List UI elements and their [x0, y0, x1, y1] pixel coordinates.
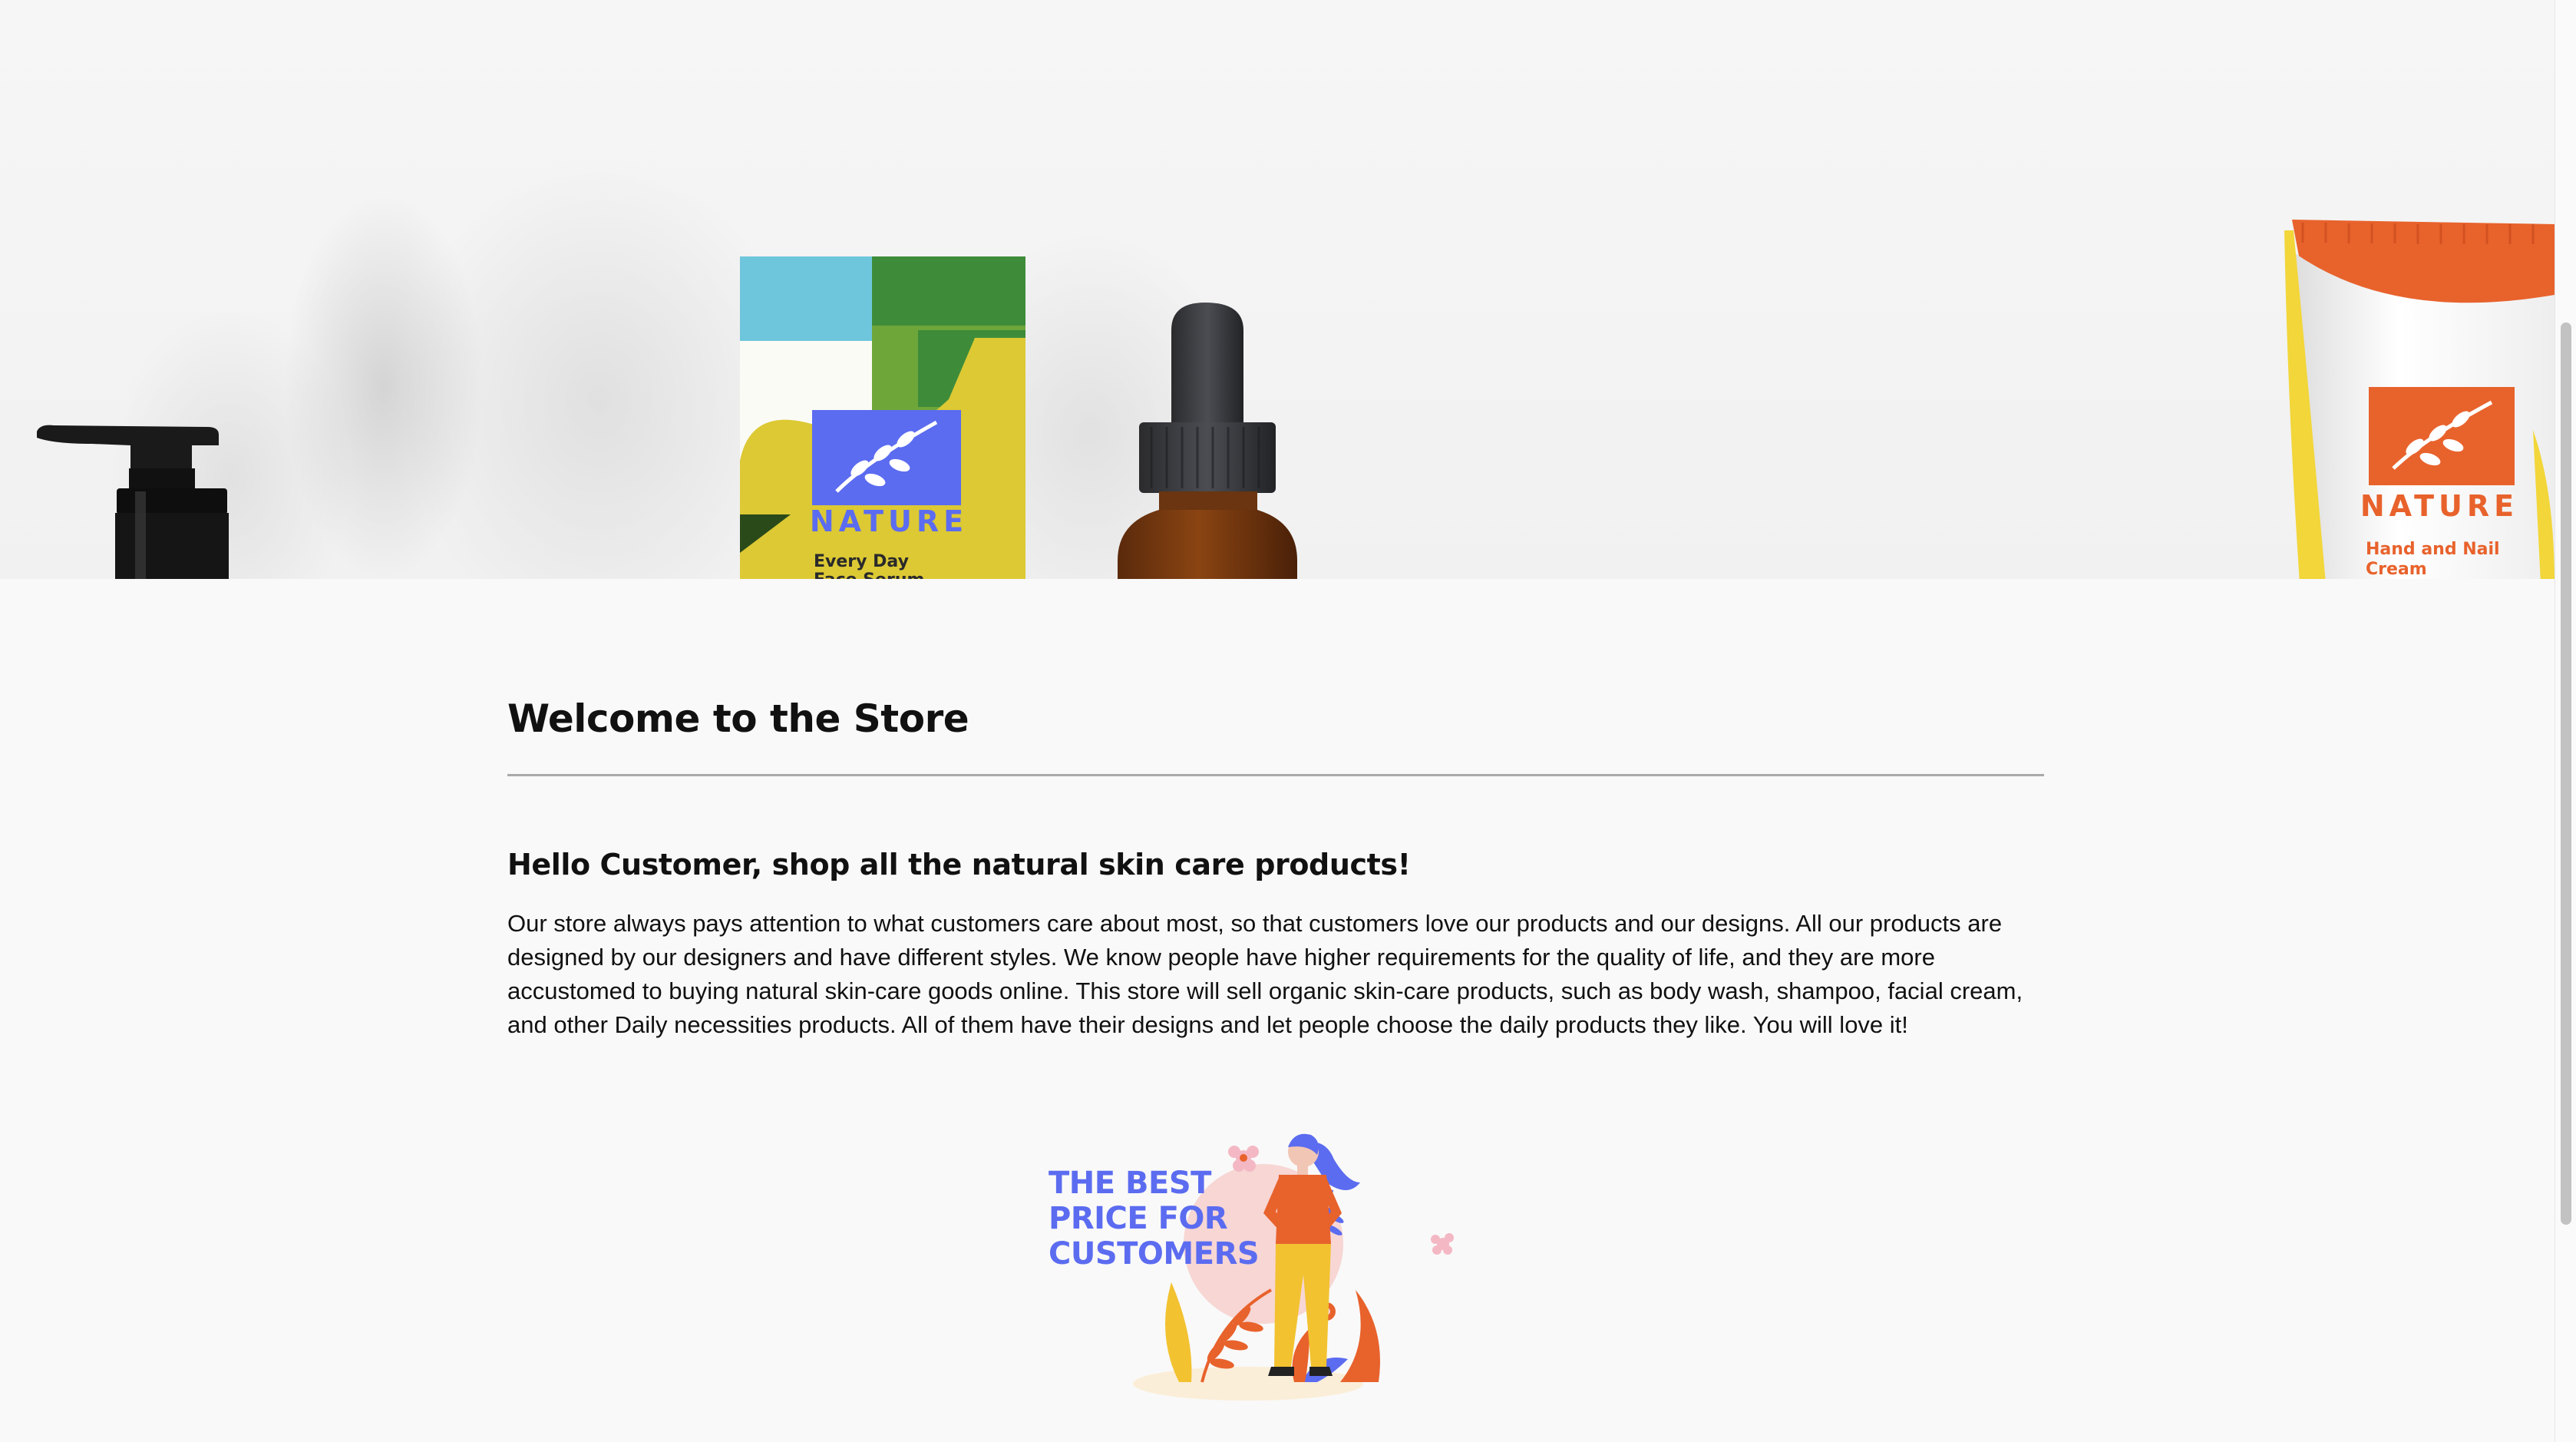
serum-box-image: NATURE Every Day Face Serum [740, 256, 1025, 579]
welcome-subtitle: Hello Customer, shop all the natural ski… [507, 848, 1411, 881]
promo-headline: THE BEST PRICE FOR CUSTOMERS [1049, 1166, 1260, 1272]
promo-illustration: THE BEST PRICE FOR CUSTOMERS [1041, 1129, 1455, 1405]
vertical-scrollbar[interactable] [2555, 0, 2576, 1442]
main-content: Welcome to the Store Hello Customer, sho… [507, 691, 2044, 1042]
promo-line-3: CUSTOMERS [1049, 1236, 1260, 1272]
promo-line-1: THE BEST [1049, 1166, 1211, 1201]
hero-product-photo: NATURE Every Day Face Serum [37, 154, 2555, 579]
hero-banner: NATURE Every Day Face Serum [0, 0, 2555, 579]
title-divider [507, 774, 2044, 776]
store-description: Our store always pays attention to what … [507, 910, 2023, 1038]
serum-product-line1: Every Day [814, 552, 909, 571]
cream-product-line1: Hand and Nail [2366, 540, 2500, 559]
cream-tube-image: NATURE Hand and Nail Cream [2284, 220, 2555, 579]
serum-brand-label: NATURE [810, 504, 968, 538]
scrollbar-thumb[interactable] [2561, 322, 2571, 1225]
serum-product-line2: Face Serum [814, 571, 924, 579]
page-title: Welcome to the Store [507, 696, 969, 741]
cream-product-line2: Cream [2366, 560, 2427, 579]
promo-line-2: PRICE FOR [1049, 1201, 1228, 1236]
cream-brand-label: NATURE [2360, 489, 2518, 523]
